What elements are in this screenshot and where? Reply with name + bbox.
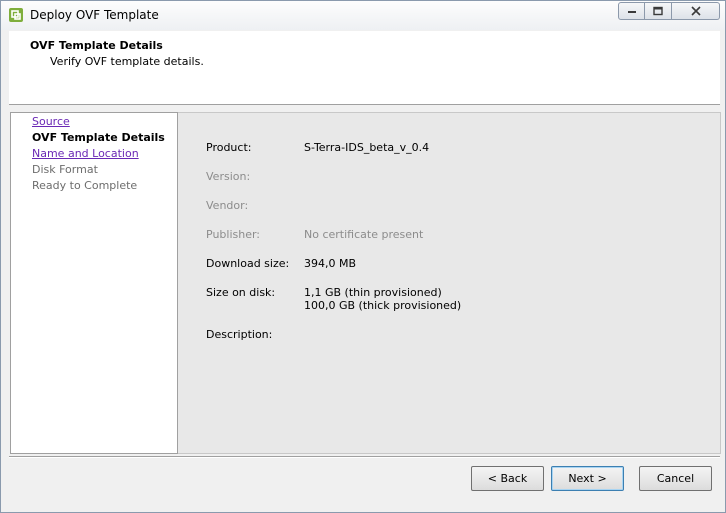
- download-size-value: 394,0 MB: [304, 257, 357, 270]
- wizard-header: OVF Template Details Verify OVF template…: [9, 31, 720, 105]
- download-size-label: Download size:: [206, 257, 290, 270]
- window-title: Deploy OVF Template: [30, 8, 159, 22]
- cancel-button[interactable]: Cancel: [639, 466, 712, 491]
- nav-item-disk-format: Disk Format: [32, 163, 98, 176]
- vendor-label: Vendor:: [206, 199, 249, 212]
- footer-divider: [9, 456, 720, 458]
- size-on-disk-thin-value: 1,1 GB (thin provisioned): [304, 286, 442, 299]
- step-title: OVF Template Details: [30, 39, 163, 52]
- size-on-disk-thick-value: 100,0 GB (thick provisioned): [304, 299, 462, 312]
- details-panel: Product: S-Terra-IDS_beta_v_0.4 Version:…: [178, 112, 721, 454]
- publisher-value: No certificate present: [304, 228, 424, 241]
- description-label: Description:: [206, 328, 273, 341]
- maximize-button[interactable]: [645, 2, 672, 20]
- nav-item-ovf-template-details: OVF Template Details: [32, 131, 165, 144]
- wizard-steps-nav: Source OVF Template Details Name and Loc…: [10, 112, 178, 454]
- size-on-disk-label: Size on disk:: [206, 286, 276, 299]
- version-label: Version:: [206, 170, 251, 183]
- vsphere-ovf-icon: [8, 7, 24, 23]
- minimize-button[interactable]: [618, 2, 645, 20]
- step-subtitle: Verify OVF template details.: [50, 55, 204, 68]
- nav-item-name-and-location[interactable]: Name and Location: [32, 147, 139, 160]
- maximize-icon: [653, 6, 663, 16]
- product-value: S-Terra-IDS_beta_v_0.4: [304, 141, 430, 154]
- close-icon: [690, 6, 701, 16]
- minimize-icon: [627, 11, 636, 13]
- publisher-label: Publisher:: [206, 228, 261, 241]
- nav-item-source[interactable]: Source: [32, 115, 70, 128]
- product-label: Product:: [206, 141, 252, 154]
- deploy-ovf-window: Deploy OVF Template OVF Template Details…: [0, 0, 726, 513]
- close-button[interactable]: [672, 2, 720, 20]
- nav-item-ready-to-complete: Ready to Complete: [32, 179, 138, 192]
- title-bar[interactable]: Deploy OVF Template: [1, 1, 725, 30]
- next-button[interactable]: Next >: [551, 466, 624, 491]
- back-button[interactable]: < Back: [471, 466, 544, 491]
